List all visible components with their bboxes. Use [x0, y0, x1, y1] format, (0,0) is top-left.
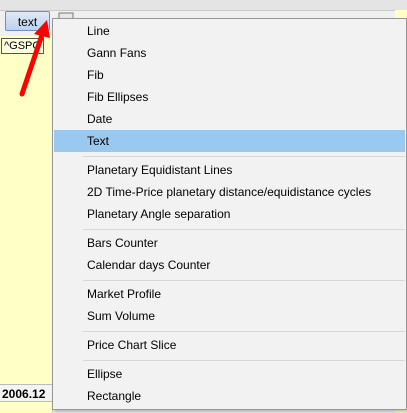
drawing-tools-context-menu: Line Gann Fans Fib Fib Ellipses Date Tex… [52, 18, 407, 410]
menu-item-fib-ellipses[interactable]: Fib Ellipses [54, 86, 405, 108]
menu-item-2d-time-price-cycles[interactable]: 2D Time-Price planetary distance/equidis… [54, 181, 405, 203]
menu-item-market-profile[interactable]: Market Profile [54, 283, 405, 305]
menu-item-date[interactable]: Date [54, 108, 405, 130]
date-axis-label: 2006.12 [0, 384, 52, 402]
menu-item-bars-counter[interactable]: Bars Counter [54, 232, 405, 254]
menu-separator [83, 360, 405, 361]
annotation-arrow-icon [19, 20, 50, 97]
menu-item-planetary-angle-separation[interactable]: Planetary Angle separation [54, 203, 405, 225]
menu-separator [83, 331, 405, 332]
menu-item-gann-fans[interactable]: Gann Fans [54, 42, 405, 64]
top-toolbar-strip [0, 0, 407, 11]
menu-item-planetary-equidistant-lines[interactable]: Planetary Equidistant Lines [54, 159, 405, 181]
menu-item-rectangle[interactable]: Rectangle [54, 385, 405, 407]
menu-separator [83, 280, 405, 281]
menu-item-ellipse[interactable]: Ellipse [54, 363, 405, 385]
menu-item-fib[interactable]: Fib [54, 64, 405, 86]
menu-item-sum-volume[interactable]: Sum Volume [54, 305, 405, 327]
menu-item-text[interactable]: Text [54, 130, 405, 152]
menu-item-line[interactable]: Line [54, 20, 405, 42]
menu-item-calendar-days-counter[interactable]: Calendar days Counter [54, 254, 405, 276]
menu-separator [83, 156, 405, 157]
menu-separator [83, 229, 405, 230]
menu-item-price-chart-slice[interactable]: Price Chart Slice [54, 334, 405, 356]
